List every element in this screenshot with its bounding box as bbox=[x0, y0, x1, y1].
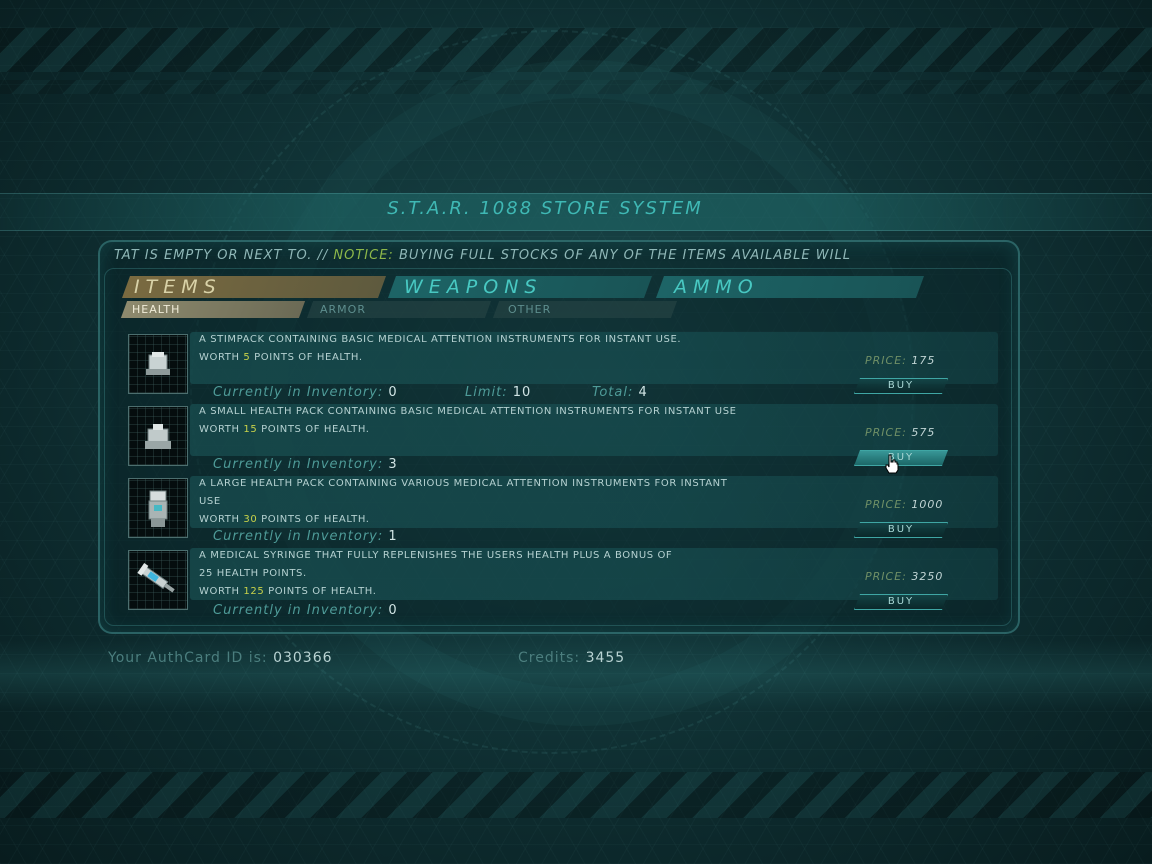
limit-status: Limit: 10 bbox=[465, 385, 531, 400]
medical-syringe-icon bbox=[128, 550, 188, 610]
price-label: PRICE: bbox=[865, 498, 907, 511]
authcard-info: Your AuthCard ID is: 030366 bbox=[108, 650, 333, 666]
item-price: PRICE: 1000 bbox=[865, 498, 943, 511]
worth-value: 5 bbox=[243, 352, 251, 363]
item-price: PRICE: 575 bbox=[865, 426, 935, 439]
small-health-pack-icon bbox=[128, 406, 188, 466]
inventory-status: Currently in Inventory: 0 bbox=[213, 385, 398, 400]
tab-weapons-label: WEAPONS bbox=[404, 276, 543, 298]
subtab-other-label: OTHER bbox=[508, 303, 552, 316]
buy-button-label: BUY bbox=[887, 380, 915, 391]
buy-button-label: BUY bbox=[887, 452, 915, 463]
buy-button[interactable]: BUY bbox=[854, 378, 948, 394]
price-value: 575 bbox=[911, 426, 936, 439]
inventory-status: Currently in Inventory: 1 bbox=[213, 529, 398, 544]
item-description-line: A STIMPACK CONTAINING BASIC MEDICAL ATTE… bbox=[199, 334, 682, 345]
item-description-line: A LARGE HEALTH PACK CONTAINING VARIOUS M… bbox=[199, 478, 728, 489]
authcard-label: Your AuthCard ID is: bbox=[108, 650, 268, 666]
inventory-label: Currently in Inventory: bbox=[213, 457, 384, 472]
item-description: A MEDICAL SYRINGE THAT FULLY REPLENISHES… bbox=[199, 547, 819, 601]
hand-cursor-icon bbox=[884, 454, 900, 478]
item-description-line: USE bbox=[199, 496, 221, 507]
buy-button-label: BUY bbox=[887, 596, 915, 607]
item-description: A SMALL HEALTH PACK CONTAINING BASIC MED… bbox=[199, 403, 819, 439]
worth-value: 125 bbox=[243, 586, 265, 597]
subtab-health-label: HEALTH bbox=[132, 303, 181, 316]
ticker-lead: TAT IS EMPTY OR NEXT TO. // bbox=[114, 248, 329, 263]
item-worth: WORTH 125 POINTS OF HEALTH. bbox=[199, 583, 819, 601]
worth-prefix: WORTH bbox=[199, 514, 240, 525]
item-worth: WORTH 30 POINTS OF HEALTH. bbox=[199, 511, 819, 529]
inventory-label: Currently in Inventory: bbox=[213, 385, 384, 400]
item-description-line: 25 HEALTH POINTS. bbox=[199, 568, 307, 579]
worth-suffix: POINTS OF HEALTH. bbox=[268, 586, 377, 597]
worth-prefix: WORTH bbox=[199, 586, 240, 597]
notice-ticker: TAT IS EMPTY OR NEXT TO. // NOTICE: BUYI… bbox=[114, 248, 1002, 268]
inventory-value: 0 bbox=[388, 385, 398, 400]
ticker-notice-text: BUYING FULL STOCKS OF ANY OF THE ITEMS A… bbox=[398, 248, 851, 263]
stimpack-icon bbox=[128, 334, 188, 394]
credits-info: Credits: 3455 bbox=[518, 650, 625, 666]
worth-value: 30 bbox=[243, 514, 258, 525]
price-label: PRICE: bbox=[865, 354, 907, 367]
credits-value: 3455 bbox=[585, 650, 626, 666]
price-value: 1000 bbox=[911, 498, 944, 511]
credits-label: Credits: bbox=[518, 650, 581, 666]
worth-suffix: POINTS OF HEALTH. bbox=[261, 424, 370, 435]
ticker-notice-label: NOTICE: bbox=[333, 248, 394, 263]
item-price: PRICE: 3250 bbox=[865, 570, 943, 583]
worth-suffix: POINTS OF HEALTH. bbox=[261, 514, 370, 525]
item-worth: WORTH 5 POINTS OF HEALTH. bbox=[199, 349, 819, 367]
total-status: Total: 4 bbox=[592, 385, 648, 400]
worth-value: 15 bbox=[243, 424, 258, 435]
bottom-stripe-band bbox=[0, 772, 1152, 818]
tab-items-label: ITEMS bbox=[134, 276, 222, 298]
subtab-armor-label: ARMOR bbox=[320, 303, 366, 316]
total-label: Total: bbox=[592, 385, 634, 400]
buy-button-label: BUY bbox=[887, 524, 915, 535]
price-label: PRICE: bbox=[865, 426, 907, 439]
inventory-status: Currently in Inventory: 3 bbox=[213, 457, 398, 472]
large-health-pack-icon bbox=[128, 478, 188, 538]
item-description-line: A SMALL HEALTH PACK CONTAINING BASIC MED… bbox=[199, 406, 737, 417]
total-value: 4 bbox=[638, 385, 648, 400]
item-description: A STIMPACK CONTAINING BASIC MEDICAL ATTE… bbox=[199, 331, 819, 367]
item-worth: WORTH 15 POINTS OF HEALTH. bbox=[199, 421, 819, 439]
price-value: 175 bbox=[911, 354, 936, 367]
authcard-value: 030366 bbox=[273, 650, 333, 666]
worth-prefix: WORTH bbox=[199, 352, 240, 363]
worth-prefix: WORTH bbox=[199, 424, 240, 435]
limit-label: Limit: bbox=[465, 385, 508, 400]
item-description: A LARGE HEALTH PACK CONTAINING VARIOUS M… bbox=[199, 475, 819, 529]
inventory-label: Currently in Inventory: bbox=[213, 603, 384, 618]
inventory-value: 1 bbox=[388, 529, 398, 544]
page-title: S.T.A.R. 1088 STORE SYSTEM bbox=[387, 198, 703, 219]
buy-button[interactable]: BUY bbox=[854, 450, 948, 466]
inventory-label: Currently in Inventory: bbox=[213, 529, 384, 544]
item-description-line: A MEDICAL SYRINGE THAT FULLY REPLENISHES… bbox=[199, 550, 673, 561]
price-value: 3250 bbox=[911, 570, 944, 583]
tab-ammo-label: AMMO bbox=[674, 276, 759, 298]
store-screen: S.T.A.R. 1088 STORE SYSTEM TAT IS EMPTY … bbox=[0, 0, 1152, 864]
inventory-status: Currently in Inventory: 0 bbox=[213, 603, 398, 618]
limit-value: 10 bbox=[512, 385, 532, 400]
worth-suffix: POINTS OF HEALTH. bbox=[254, 352, 363, 363]
buy-button[interactable]: BUY bbox=[854, 594, 948, 610]
inventory-value: 3 bbox=[388, 457, 398, 472]
buy-button[interactable]: BUY bbox=[854, 522, 948, 538]
price-label: PRICE: bbox=[865, 570, 907, 583]
item-price: PRICE: 175 bbox=[865, 354, 935, 367]
inventory-value: 0 bbox=[388, 603, 398, 618]
